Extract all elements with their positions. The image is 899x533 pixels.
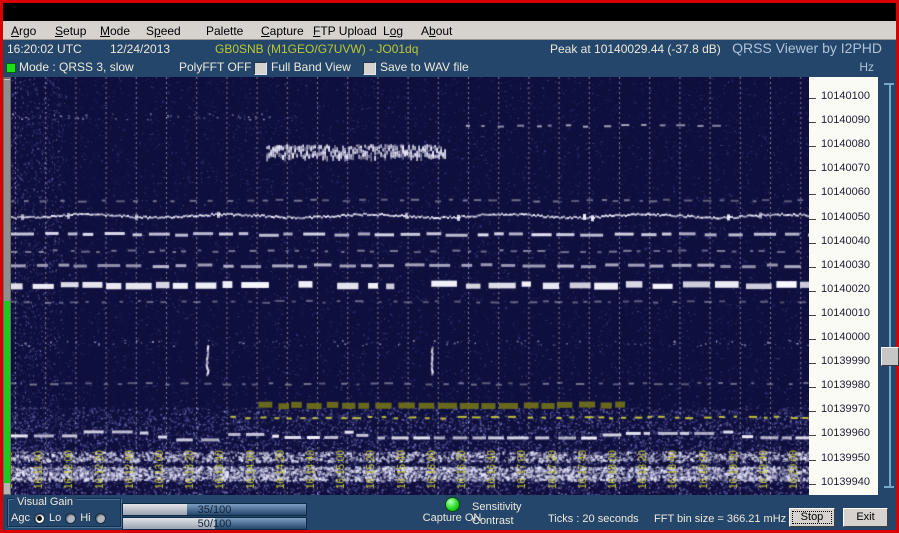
menu-item-argo[interactable]: Argo [8, 23, 39, 39]
date-display: 12/24/2013 [110, 42, 170, 56]
freq-tick-mark [809, 113, 816, 123]
freq-axis-label: 10139990 [809, 354, 870, 367]
frequency-scrollbar[interactable] [878, 77, 896, 495]
freq-axis-label: 10140020 [809, 282, 870, 295]
freq-axis-label: 10139940 [809, 475, 870, 488]
menu-item-setup[interactable]: Setup [52, 23, 89, 39]
station-callsign: GB0SNB (M1GEO/G7UVW) - JO01dq [215, 42, 418, 56]
freq-axis-label: 10140080 [809, 137, 870, 150]
menu-item-ftp-upload[interactable]: FTP Upload [310, 23, 380, 39]
freq-axis-label: 10139960 [809, 426, 870, 439]
hi-radio[interactable] [95, 513, 106, 524]
freq-axis-label: 10139980 [809, 378, 870, 391]
contrast-slider[interactable]: 50/100 [122, 517, 307, 530]
menu-item-capture[interactable]: Capture [258, 23, 307, 39]
fft-bin-info: FFT bin size = 366.21 mHz [654, 513, 786, 525]
freq-tick-mark [809, 137, 816, 147]
freq-tick-mark [809, 354, 816, 364]
freq-axis-label: 10140100 [809, 89, 870, 102]
info-bar: 16:20:02 UTC 12/24/2013 GB0SNB (M1GEO/G7… [3, 40, 896, 58]
freq-axis-label: 10140000 [809, 330, 870, 343]
freq-tick-mark [809, 451, 816, 461]
scrollbar-thumb[interactable] [881, 347, 899, 366]
stop-button[interactable]: Stop [789, 508, 835, 527]
hi-label: Hi [80, 512, 90, 524]
freq-axis-label: 10140070 [809, 161, 870, 174]
contrast-value: 50/100 [123, 518, 306, 529]
visual-gain-legend: Visual Gain [14, 496, 76, 508]
waterfall-area: 10140100 10140090 10140080 10140070 10140060… [3, 77, 896, 495]
agc-radio[interactable] [34, 513, 45, 524]
freq-axis-label: 10140090 [809, 113, 870, 126]
freq-unit-label: Hz [859, 60, 874, 74]
freq-axis-label: 10140060 [809, 185, 870, 198]
app-title: QRSS Viewer by I2PHD [732, 40, 882, 56]
freq-tick-mark [809, 378, 816, 388]
sensitivity-value: 35/100 [123, 504, 306, 515]
title-bar [3, 3, 896, 21]
freq-tick-mark [809, 161, 816, 171]
gain-radio-row: Agc Lo Hi [11, 512, 106, 524]
mode-display: Mode : QRSS 3, slow [19, 60, 134, 74]
scrollbar-track[interactable] [889, 83, 891, 488]
lo-label: Lo [49, 512, 61, 524]
frequency-axis: 10140100 10140090 10140080 10140070 10140060… [809, 77, 878, 495]
buffer-strip-gray [4, 79, 10, 302]
lo-radio[interactable] [65, 513, 76, 524]
freq-axis-label: 10139970 [809, 402, 870, 415]
freq-tick-mark [809, 210, 816, 220]
status-led-icon [6, 63, 16, 73]
sensitivity-slider[interactable]: 35/100 [122, 503, 307, 516]
ticks-info: Ticks : 20 seconds [548, 513, 639, 525]
freq-axis-label: 10140010 [809, 306, 870, 319]
argo-window: Argo Setup Mode Speed Palette CaptureFTP Uplo… [0, 0, 899, 533]
control-bar: Visual Gain Agc Lo Hi 35/100 50/100 Sens… [3, 495, 896, 530]
menu-item-about[interactable]: About [418, 23, 455, 39]
utc-clock: 16:20:02 UTC [7, 42, 82, 56]
freq-tick-mark [809, 282, 816, 292]
exit-button[interactable]: Exit [843, 508, 888, 527]
full-band-view-checkbox[interactable] [254, 62, 267, 75]
menu-bar: Argo Setup Mode Speed Palette CaptureFTP Uplo… [3, 21, 896, 40]
polyfft-status[interactable]: PolyFFT OFF [179, 60, 251, 74]
freq-tick-mark [809, 185, 816, 195]
freq-axis-label: 10140040 [809, 234, 870, 247]
save-wav-checkbox[interactable] [363, 62, 376, 75]
freq-tick-mark [809, 475, 816, 485]
capture-led-icon [445, 497, 460, 512]
menu-item-palette[interactable]: Palette [203, 23, 246, 39]
freq-tick-mark [809, 234, 816, 244]
buffer-strip-tail [4, 483, 10, 494]
buffer-strip-green [4, 301, 10, 483]
spectrogram-canvas[interactable] [11, 77, 809, 495]
agc-label: Agc [11, 512, 30, 524]
freq-axis-label: 10139950 [809, 451, 870, 464]
freq-tick-mark [809, 89, 816, 99]
freq-tick-mark [809, 426, 816, 436]
peak-readout: Peak at 10140029.44 (-37.8 dB) [550, 42, 721, 56]
save-wav-label: Save to WAV file [380, 60, 469, 74]
freq-tick-mark [809, 306, 816, 316]
visual-gain-group: Visual Gain Agc Lo Hi [7, 498, 121, 527]
full-band-view-label: Full Band View [271, 60, 351, 74]
menu-item-speed[interactable]: Speed [143, 23, 184, 39]
freq-tick-mark [809, 402, 816, 412]
menu-item-log[interactable]: Log [380, 23, 406, 39]
buffer-progress-strip [3, 77, 11, 495]
freq-axis-label: 10140030 [809, 258, 870, 271]
mode-bar: Mode : QRSS 3, slow PolyFFT OFF Full Ban… [3, 58, 896, 77]
capture-status: Capture ON [415, 512, 489, 524]
freq-tick-mark [809, 258, 816, 268]
freq-tick-mark [809, 330, 816, 340]
menu-item-mode[interactable]: Mode [97, 23, 133, 39]
freq-axis-label: 10140050 [809, 210, 870, 223]
